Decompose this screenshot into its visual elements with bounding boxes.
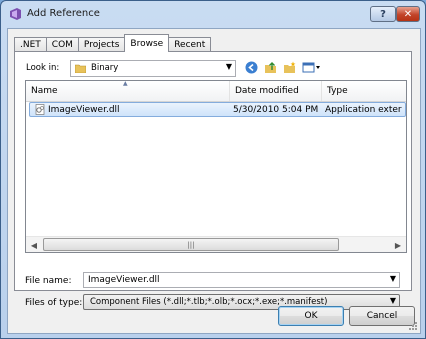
scroll-thumb[interactable]: ||| <box>43 238 339 251</box>
file-list[interactable]: Name ▲ Date modified Type ImageViewer.dl… <box>25 80 407 253</box>
close-button[interactable]: ✕ <box>396 6 420 22</box>
tab-projects[interactable]: Projects <box>77 37 126 52</box>
help-button[interactable]: ? <box>370 6 396 22</box>
back-icon[interactable] <box>245 61 258 74</box>
file-row-selected[interactable]: ImageViewer.dll 5/30/2010 5:04 PM Applic… <box>29 102 406 117</box>
ok-button[interactable]: OK <box>278 306 344 326</box>
dialog-title: Add Reference <box>27 8 100 19</box>
scroll-right-icon[interactable]: ▶ <box>390 237 406 252</box>
tab-com[interactable]: COM <box>45 37 79 52</box>
column-date-label: Date modified <box>235 86 299 96</box>
column-header-type[interactable]: Type <box>322 81 406 101</box>
file-name-input[interactable]: ImageViewer.dll ▼ <box>83 272 400 288</box>
file-list-header: Name ▲ Date modified Type <box>26 81 406 102</box>
folder-icon <box>75 64 86 73</box>
visual-studio-icon <box>10 8 21 20</box>
column-type-label: Type <box>327 86 348 96</box>
chevron-down-icon: ▼ <box>225 62 232 71</box>
look-in-value: Binary <box>91 63 119 73</box>
file-name-cell: ImageViewer.dll <box>48 105 120 115</box>
look-in-dropdown[interactable]: Binary ▼ <box>70 60 236 77</box>
browse-panel: Look in: Binary ▼ Name ▲ Date modified T… <box>14 51 412 291</box>
tab-recent[interactable]: Recent <box>168 37 212 52</box>
title-bar[interactable]: Add Reference ? ✕ <box>1 1 425 29</box>
file-type-cell: Application exter <box>325 105 402 115</box>
add-reference-dialog: Add Reference ? ✕ .NET COM Projects Brow… <box>0 0 426 339</box>
chevron-down-icon: ▼ <box>389 296 396 305</box>
view-menu-icon[interactable] <box>302 61 321 74</box>
column-header-name[interactable]: Name ▲ <box>26 81 230 101</box>
look-in-label: Look in: <box>26 63 60 73</box>
files-of-type-label: Files of type: <box>25 298 83 308</box>
scroll-left-icon[interactable]: ◀ <box>26 237 42 252</box>
tab-browse[interactable]: Browse <box>124 34 170 52</box>
horizontal-scrollbar[interactable]: ◀ ||| ▶ <box>26 236 406 252</box>
up-one-level-icon[interactable] <box>264 61 277 74</box>
column-name-label: Name <box>31 86 58 96</box>
file-name-value: ImageViewer.dll <box>88 275 160 285</box>
sort-ascending-icon: ▲ <box>123 80 128 87</box>
tab-dotnet[interactable]: .NET <box>14 37 47 52</box>
dialog-client-area: .NET COM Projects Browse Recent Look in:… <box>7 28 421 334</box>
new-folder-icon[interactable] <box>283 61 296 74</box>
tab-strip: .NET COM Projects Browse Recent <box>14 34 212 52</box>
dll-file-icon <box>35 104 45 115</box>
file-date-cell: 5/30/2010 5:04 PM <box>233 105 319 115</box>
cancel-button[interactable]: Cancel <box>349 306 415 326</box>
chevron-down-icon[interactable]: ▼ <box>390 274 396 283</box>
column-header-date-modified[interactable]: Date modified <box>230 81 322 101</box>
navigation-toolbar <box>245 61 321 74</box>
file-name-label: File name: <box>25 276 72 286</box>
resize-grip-icon[interactable] <box>408 321 418 331</box>
